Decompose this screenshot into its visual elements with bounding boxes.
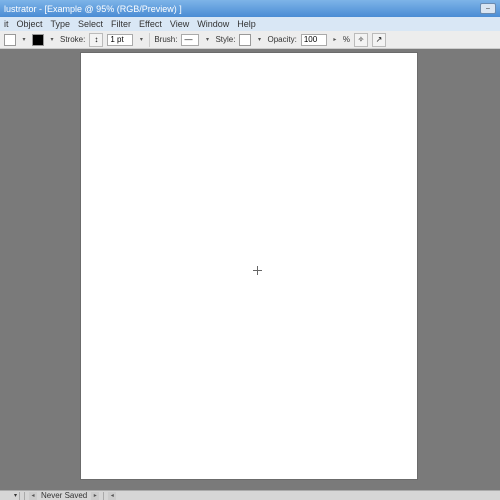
titlebar: lustrator - [Example @ 95% (RGB/Preview)… bbox=[0, 0, 500, 17]
brush-field[interactable]: — bbox=[181, 34, 199, 46]
status-save-state: Never Saved bbox=[41, 491, 87, 500]
menu-filter[interactable]: Filter bbox=[111, 19, 131, 29]
canvas-scroll-area[interactable] bbox=[0, 49, 500, 490]
fill-dropdown-icon[interactable]: ▾ bbox=[20, 34, 28, 46]
extra-option-2-icon[interactable]: ↗ bbox=[372, 33, 386, 47]
style-swatch[interactable] bbox=[239, 34, 251, 46]
opacity-label: Opacity: bbox=[267, 35, 296, 44]
menu-select[interactable]: Select bbox=[78, 19, 103, 29]
style-dropdown-icon[interactable]: ▾ bbox=[255, 34, 263, 46]
options-bar: ▾ ▾ Stroke: ↕ 1 pt ▾ Brush: — ▾ Style: ▾… bbox=[0, 31, 500, 49]
menu-object[interactable]: Object bbox=[17, 19, 43, 29]
app-name-fragment: lustrator bbox=[4, 4, 37, 14]
menu-edit[interactable]: it bbox=[4, 19, 9, 29]
divider bbox=[149, 33, 150, 47]
scroll-left-icon[interactable]: ◂ bbox=[29, 492, 37, 500]
artboard[interactable] bbox=[80, 52, 418, 480]
menu-bar: it Object Type Select Filter Effect View… bbox=[0, 17, 500, 31]
workspace bbox=[0, 49, 500, 490]
stroke-weight-field[interactable]: 1 pt bbox=[107, 34, 133, 46]
menu-type[interactable]: Type bbox=[51, 19, 71, 29]
hscroll-left-icon[interactable]: ◂ bbox=[108, 492, 116, 500]
menu-help[interactable]: Help bbox=[237, 19, 256, 29]
stroke-weight-dropdown-icon[interactable]: ▾ bbox=[137, 34, 145, 46]
brush-label: Brush: bbox=[154, 35, 177, 44]
zoom-dropdown[interactable]: ▾ bbox=[2, 492, 20, 500]
stroke-dropdown-icon[interactable]: ▾ bbox=[48, 34, 56, 46]
brush-dropdown-icon[interactable]: ▾ bbox=[203, 34, 211, 46]
style-label: Style: bbox=[215, 35, 235, 44]
divider bbox=[24, 492, 25, 500]
window-controls: – bbox=[480, 3, 496, 14]
status-bar: ▾ ◂ Never Saved ▸ ◂ bbox=[0, 490, 500, 500]
scroll-right-icon[interactable]: ▸ bbox=[91, 492, 99, 500]
stroke-label: Stroke: bbox=[60, 35, 85, 44]
stroke-swatch[interactable] bbox=[32, 34, 44, 46]
minimize-button[interactable]: – bbox=[480, 3, 496, 14]
menu-effect[interactable]: Effect bbox=[139, 19, 162, 29]
document-title: [Example @ 95% (RGB/Preview) ] bbox=[45, 4, 182, 14]
divider bbox=[103, 492, 104, 500]
menu-view[interactable]: View bbox=[170, 19, 189, 29]
fill-swatch[interactable] bbox=[4, 34, 16, 46]
extra-option-1-icon[interactable]: ✧ bbox=[354, 33, 368, 47]
opacity-dropdown-icon[interactable]: ▸ bbox=[331, 34, 339, 46]
stroke-weight-link-icon[interactable]: ↕ bbox=[89, 33, 103, 47]
opacity-field[interactable]: 100 bbox=[301, 34, 327, 46]
menu-window[interactable]: Window bbox=[197, 19, 229, 29]
opacity-percent: % bbox=[343, 35, 350, 44]
